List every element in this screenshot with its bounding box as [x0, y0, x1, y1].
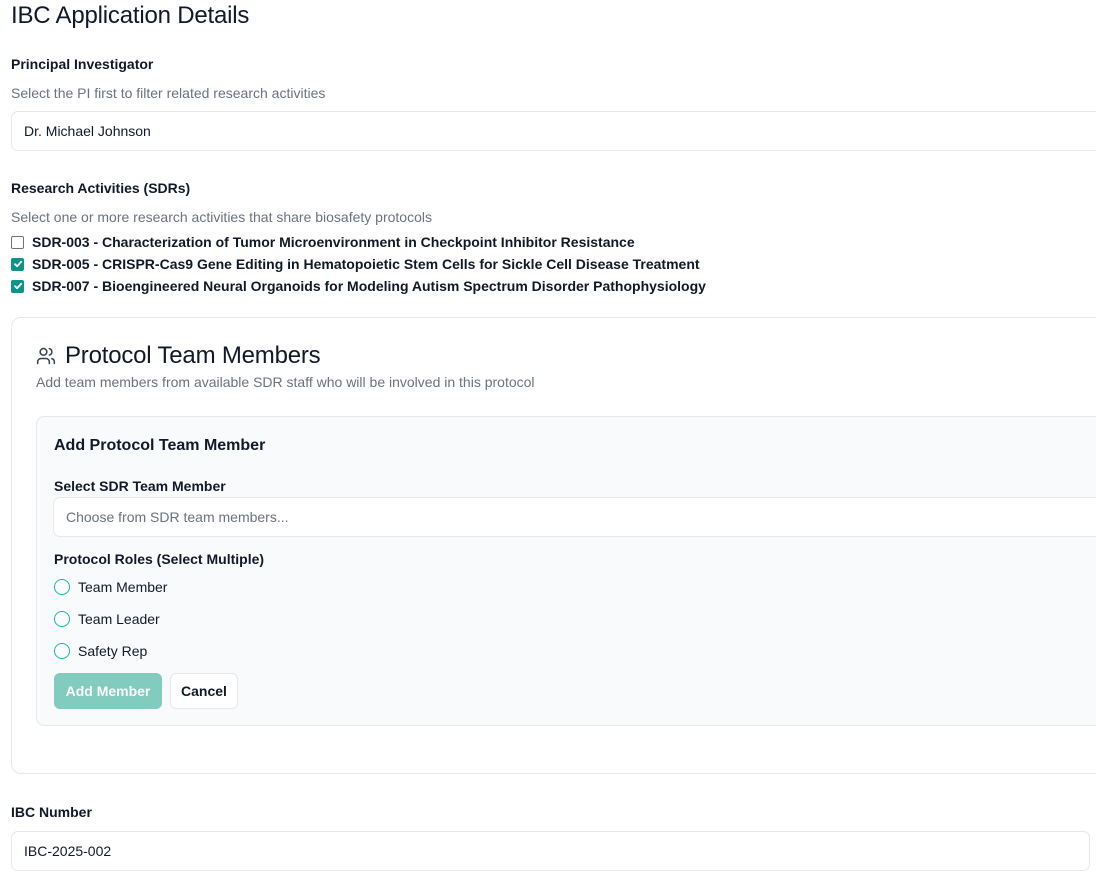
- ibc-number-input[interactable]: IBC-2025-002: [11, 831, 1090, 871]
- add-member-button[interactable]: Add Member: [54, 673, 162, 709]
- page-title: IBC Application Details: [11, 2, 250, 29]
- roles-label: Protocol Roles (Select Multiple): [54, 551, 265, 567]
- pi-select[interactable]: Dr. Michael Johnson: [11, 111, 1096, 151]
- role-option-safety-rep[interactable]: Safety Rep: [54, 643, 147, 659]
- sdr-checkbox[interactable]: [11, 279, 24, 293]
- protocol-team-card: Protocol Team Members Add team members f…: [11, 317, 1096, 774]
- team-member-select-placeholder: Choose from SDR team members...: [66, 509, 289, 525]
- role-radio[interactable]: [54, 643, 70, 659]
- protocol-team-subtitle: Add team members from available SDR staf…: [36, 374, 535, 390]
- checkmark-icon: [13, 282, 22, 290]
- sdr-help-text: Select one or more research activities t…: [11, 209, 432, 225]
- protocol-team-title: Protocol Team Members: [65, 342, 321, 369]
- add-member-panel: Add Protocol Team Member Select SDR Team…: [36, 416, 1096, 726]
- ibc-number-value: IBC-2025-002: [24, 843, 112, 859]
- sdr-checkbox[interactable]: [11, 257, 24, 271]
- protocol-team-heading: Protocol Team Members: [36, 342, 321, 370]
- sdr-option[interactable]: SDR-005 - CRISPR-Cas9 Gene Editing in He…: [11, 256, 700, 272]
- ibc-number-label: IBC Number: [11, 804, 92, 820]
- add-member-title: Add Protocol Team Member: [54, 437, 266, 454]
- pi-label: Principal Investigator: [11, 56, 154, 72]
- role-radio[interactable]: [54, 579, 70, 595]
- sdr-option[interactable]: SDR-003 - Characterization of Tumor Micr…: [11, 234, 635, 250]
- role-label: Safety Rep: [78, 643, 148, 659]
- sdr-option-label: SDR-007 - Bioengineered Neural Organoids…: [32, 278, 706, 294]
- sdr-checkbox[interactable]: [11, 235, 24, 249]
- pi-help-text: Select the PI first to filter related re…: [11, 85, 326, 101]
- role-radio[interactable]: [54, 611, 70, 627]
- sdr-label: Research Activities (SDRs): [11, 180, 191, 196]
- role-label: Team Leader: [78, 611, 160, 627]
- select-member-label: Select SDR Team Member: [54, 478, 226, 494]
- sdr-option-label: SDR-005 - CRISPR-Cas9 Gene Editing in He…: [32, 256, 700, 272]
- team-member-select[interactable]: Choose from SDR team members...: [53, 497, 1096, 537]
- role-label: Team Member: [78, 579, 168, 595]
- pi-select-value: Dr. Michael Johnson: [24, 123, 151, 139]
- checkmark-icon: [13, 260, 22, 268]
- role-option-team-member[interactable]: Team Member: [54, 579, 167, 595]
- sdr-option-label: SDR-003 - Characterization of Tumor Micr…: [32, 234, 635, 250]
- sdr-option[interactable]: SDR-007 - Bioengineered Neural Organoids…: [11, 278, 706, 294]
- cancel-button[interactable]: Cancel: [170, 673, 238, 709]
- users-icon: [36, 347, 56, 365]
- role-option-team-leader[interactable]: Team Leader: [54, 611, 160, 627]
